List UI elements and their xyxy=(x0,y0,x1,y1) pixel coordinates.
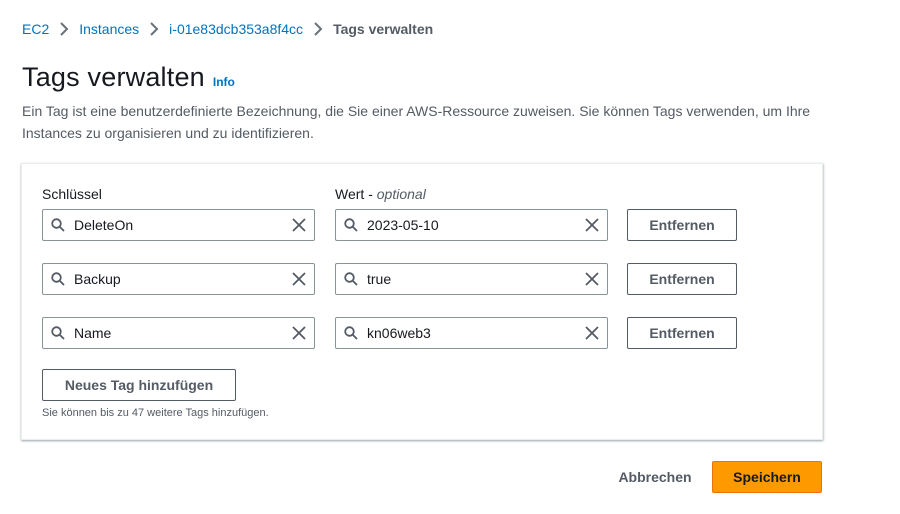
page-description: Ein Tag ist eine benutzerdefinierte Beze… xyxy=(22,103,811,141)
clear-icon[interactable] xyxy=(292,272,306,286)
tag-value-input[interactable]: 2023-05-10 xyxy=(335,209,608,241)
search-icon xyxy=(51,218,65,232)
tag-value-value: true xyxy=(367,271,392,287)
chevron-right-icon xyxy=(49,22,79,36)
tag-key-value: DeleteOn xyxy=(74,217,134,233)
info-link[interactable]: Info xyxy=(213,75,235,89)
tag-value-input[interactable]: kn06web3 xyxy=(335,317,608,349)
tags-panel: Schlüssel Wert - optional DeleteOn 2023-… xyxy=(21,163,823,440)
chevron-right-icon xyxy=(303,22,333,36)
tag-value-input[interactable]: true xyxy=(335,263,608,295)
remove-tag-button[interactable]: Entfernen xyxy=(627,263,737,295)
value-column-label: Wert - optional xyxy=(335,186,426,202)
remove-tag-button[interactable]: Entfernen xyxy=(627,209,737,241)
breadcrumb-instance-id[interactable]: i-01e83dcb353a8f4cc xyxy=(169,21,303,37)
tags-remaining-hint: Sie können bis zu 47 weitere Tags hinzuf… xyxy=(42,407,269,419)
tag-key-value: Backup xyxy=(74,271,121,287)
tag-value-value: kn06web3 xyxy=(367,325,431,341)
clear-icon[interactable] xyxy=(292,326,306,340)
add-tag-button[interactable]: Neues Tag hinzufügen xyxy=(42,369,236,401)
chevron-right-icon xyxy=(139,22,169,36)
tag-key-input[interactable]: Backup xyxy=(42,263,315,295)
clear-icon[interactable] xyxy=(585,272,599,286)
clear-icon[interactable] xyxy=(292,218,306,232)
search-icon xyxy=(51,272,65,286)
remove-tag-button[interactable]: Entfernen xyxy=(627,317,737,349)
clear-icon[interactable] xyxy=(585,218,599,232)
tag-key-input[interactable]: Name xyxy=(42,317,315,349)
clear-icon[interactable] xyxy=(585,326,599,340)
key-column-label: Schlüssel xyxy=(42,186,102,202)
search-icon xyxy=(344,326,358,340)
breadcrumb-ec2[interactable]: EC2 xyxy=(22,21,49,37)
tag-key-value: Name xyxy=(74,325,112,341)
breadcrumb-instances[interactable]: Instances xyxy=(79,21,139,37)
page-header: Tags verwalten Info xyxy=(22,62,235,93)
breadcrumb-current: Tags verwalten xyxy=(333,21,434,37)
cancel-button[interactable]: Abbrechen xyxy=(610,461,700,493)
page-title: Tags verwalten xyxy=(22,62,205,92)
search-icon xyxy=(344,272,358,286)
tag-value-value: 2023-05-10 xyxy=(367,217,439,233)
tag-key-input[interactable]: DeleteOn xyxy=(42,209,315,241)
search-icon xyxy=(51,326,65,340)
search-icon xyxy=(344,218,358,232)
breadcrumb: EC2 Instances i-01e83dcb353a8f4cc Tags v… xyxy=(22,19,433,39)
save-button[interactable]: Speichern xyxy=(712,461,822,493)
